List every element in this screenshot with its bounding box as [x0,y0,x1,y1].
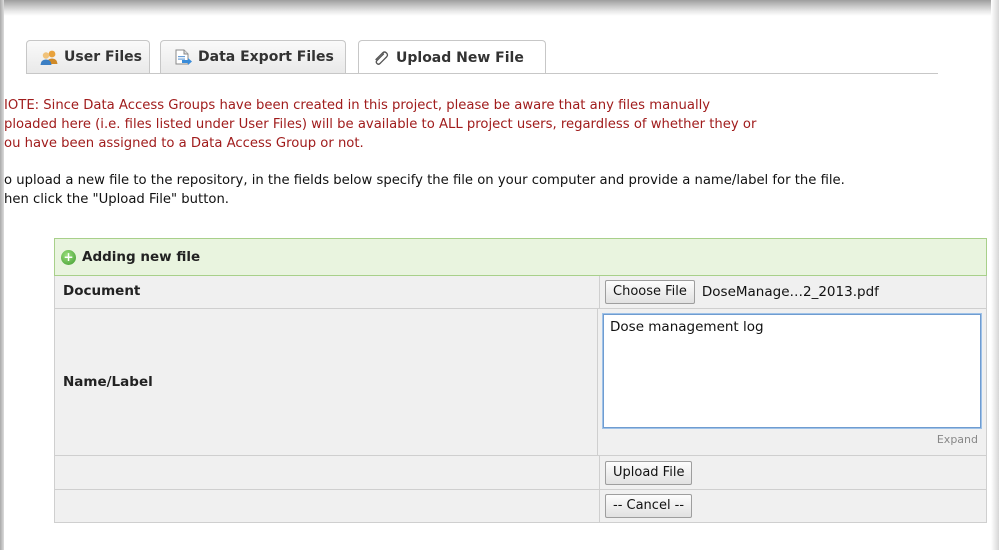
cancel-cell: -- Cancel -- [600,490,986,522]
cancel-row-spacer [55,490,600,522]
note-line: ploaded here (i.e. files listed under Us… [4,117,757,132]
name-label-cell: Dose management log Expand [598,309,986,455]
expand-link[interactable]: Expand [603,433,978,446]
tab-user-files-label: User Files [64,49,142,65]
form-header: + Adding new file [54,238,987,276]
upload-instructions: o upload a new file to the repository, i… [4,171,984,209]
export-file-icon [173,49,193,65]
form-header-title: Adding new file [82,249,201,265]
tab-data-export-files-label: Data Export Files [198,49,334,65]
document-cell: Choose File DoseManage…2_2013.pdf [600,276,986,308]
tab-user-files[interactable]: User Files [26,40,150,73]
tab-data-export-files[interactable]: Data Export Files [160,40,346,73]
window-edge-left [0,0,4,550]
instructions-line: hen click the "Upload File" button. [4,192,229,207]
tab-divider [26,73,938,74]
name-label-label: Name/Label [55,309,598,455]
paperclip-icon [371,50,391,66]
upload-file-button[interactable]: Upload File [605,460,693,485]
cancel-button[interactable]: -- Cancel -- [605,494,693,518]
upload-cell: Upload File [600,456,986,489]
cancel-row: -- Cancel -- [54,490,987,523]
window-shadow-right [991,0,999,550]
add-file-form: + Adding new file Document Choose File D… [54,238,987,523]
window-shadow-top [0,0,999,16]
upload-row: Upload File [54,456,987,490]
note-line: ou have been assigned to a Data Access G… [4,136,364,151]
document-row: Document Choose File DoseManage…2_2013.p… [54,276,987,309]
document-label: Document [55,276,600,308]
users-icon [39,49,59,65]
tab-upload-new-file-label: Upload New File [396,49,524,66]
choose-file-button[interactable]: Choose File [605,280,695,304]
data-access-group-note: IOTE: Since Data Access Groups have been… [4,96,864,153]
upload-row-spacer [55,456,600,489]
add-circle-icon: + [61,249,76,265]
name-label-row: Name/Label Dose management log Expand [54,309,987,456]
name-label-textarea[interactable]: Dose management log [602,313,982,429]
selected-file-name: DoseManage…2_2013.pdf [701,284,879,300]
instructions-line: o upload a new file to the repository, i… [4,173,845,188]
note-line: IOTE: Since Data Access Groups have been… [4,98,711,113]
tab-upload-new-file[interactable]: Upload New File [358,40,546,74]
